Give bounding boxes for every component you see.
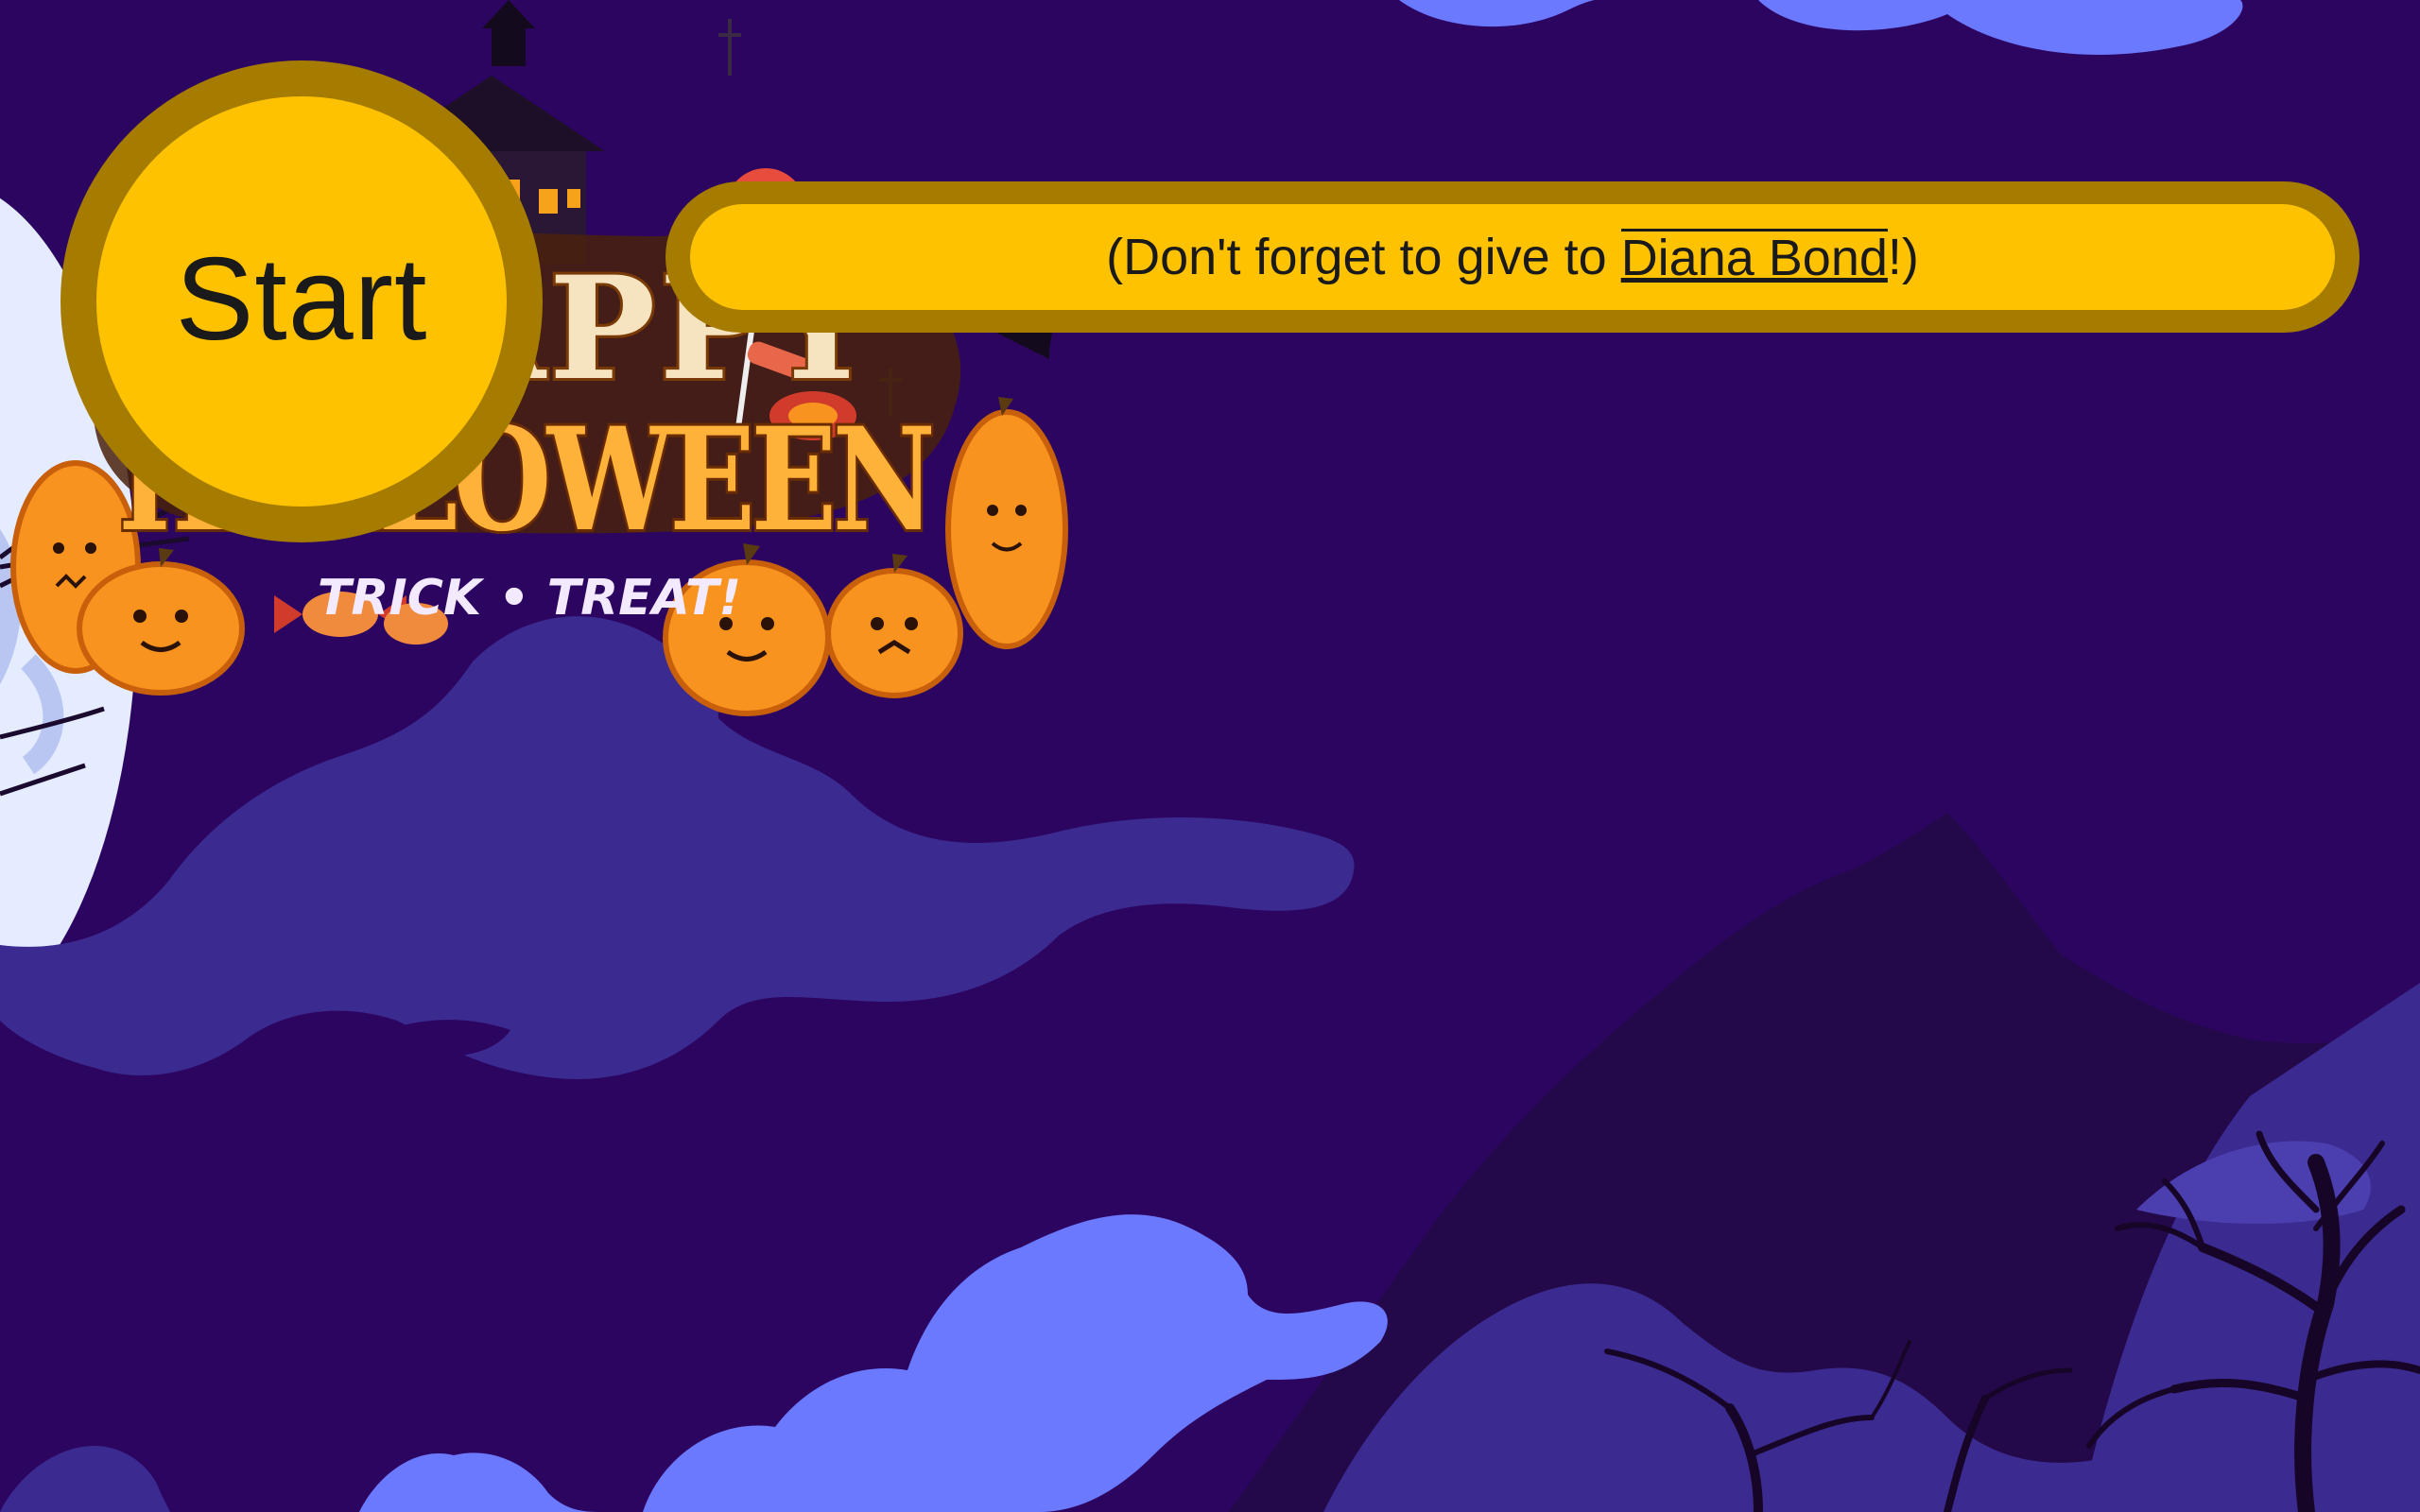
reminder-banner: (Don't forget to give to Diana Bond!) <box>666 181 2360 333</box>
logo-tagline: TRICK • TREAT! <box>318 570 741 627</box>
recipient-name-link[interactable]: Diana Bond <box>1620 229 1888 285</box>
start-button-face[interactable]: Start <box>96 96 507 507</box>
pumpkin-icon <box>825 554 963 698</box>
reminder-prefix: (Don't forget to give to <box>1106 229 1621 285</box>
pumpkin-icon <box>663 543 831 716</box>
reminder-suffix: !) <box>1887 229 1919 285</box>
pumpkin-icon <box>945 397 1068 649</box>
start-button-label: Start <box>175 234 428 365</box>
reminder-banner-inner: (Don't forget to give to Diana Bond!) <box>690 204 2335 310</box>
start-button[interactable]: Start <box>60 60 543 542</box>
